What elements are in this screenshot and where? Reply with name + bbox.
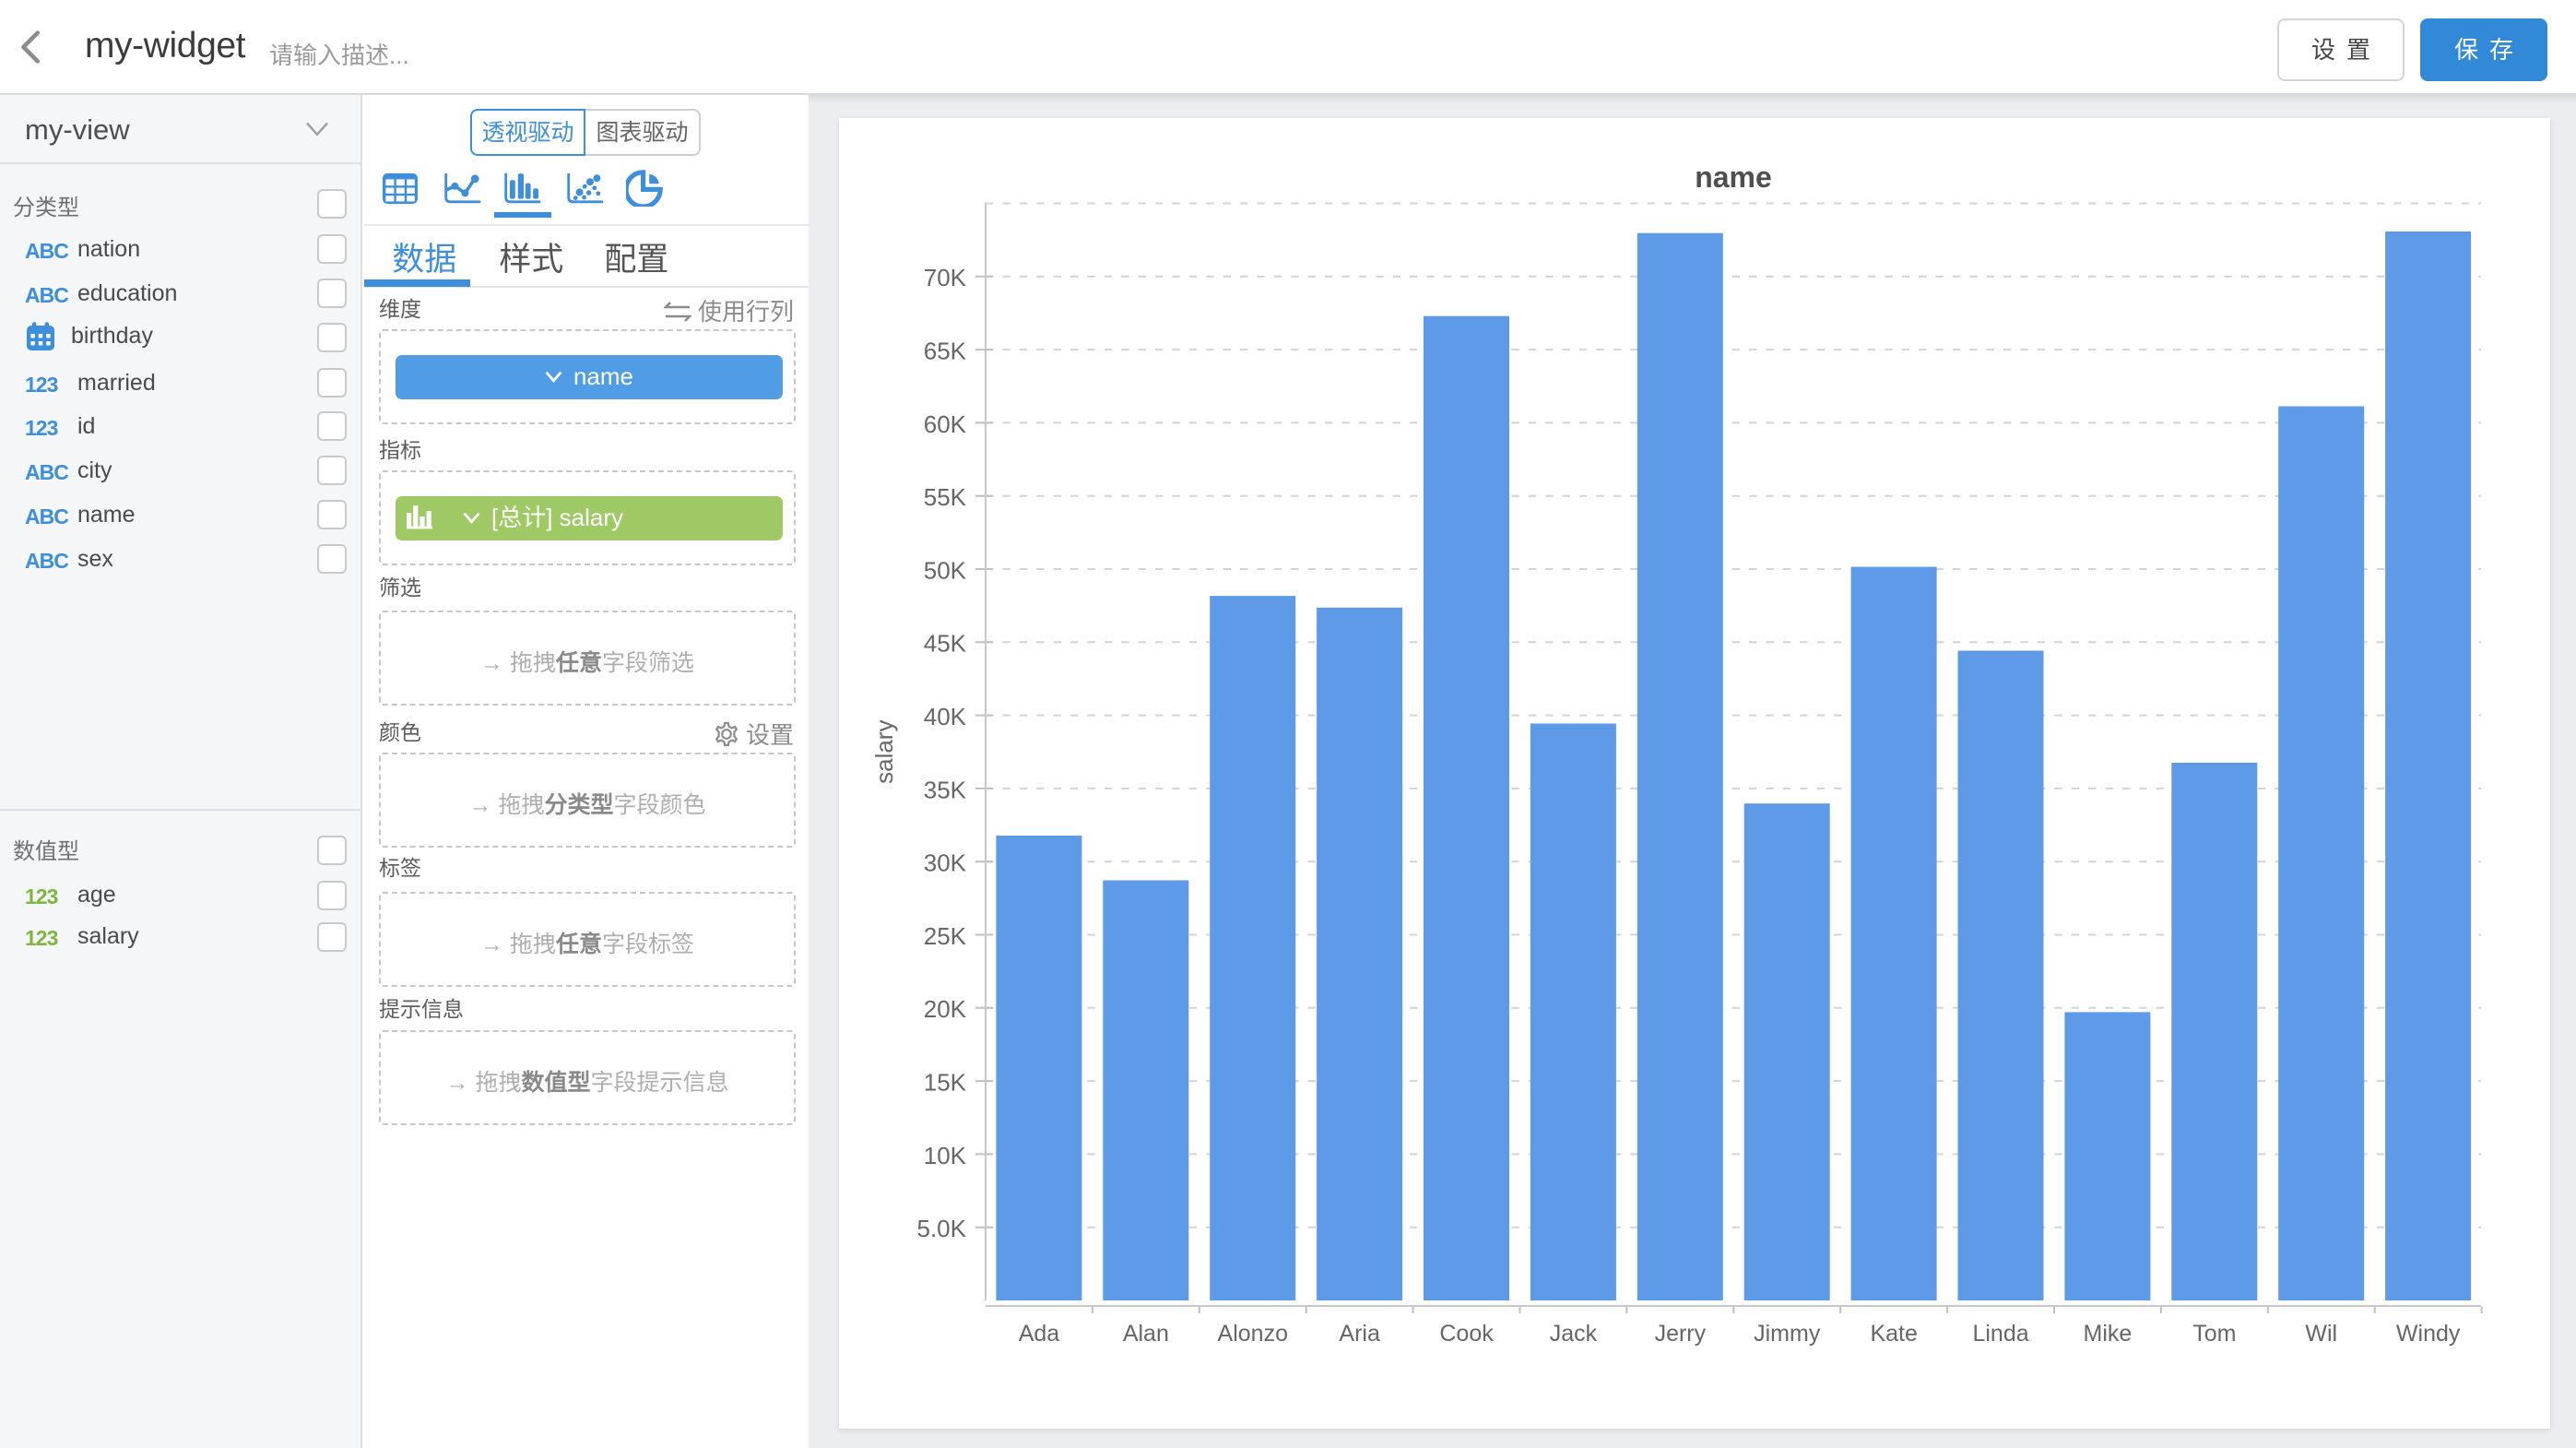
svg-text:Kate: Kate	[1870, 1321, 1917, 1347]
svg-text:Alan: Alan	[1123, 1321, 1169, 1347]
svg-text:Mike: Mike	[2084, 1321, 2133, 1347]
svg-text:Wil: Wil	[2305, 1321, 2337, 1347]
svg-text:Ada: Ada	[1019, 1321, 1060, 1347]
svg-text:35K: 35K	[924, 776, 967, 803]
svg-text:55K: 55K	[924, 483, 967, 511]
svg-text:Jimmy: Jimmy	[1754, 1321, 1821, 1347]
svg-text:salary: salary	[870, 720, 898, 784]
svg-text:Tom: Tom	[2192, 1321, 2236, 1347]
svg-text:10K: 10K	[924, 1142, 967, 1169]
svg-text:Cook: Cook	[1439, 1321, 1494, 1347]
svg-text:25K: 25K	[924, 922, 967, 950]
svg-text:Windy: Windy	[2396, 1321, 2461, 1347]
svg-text:40K: 40K	[924, 703, 967, 730]
svg-text:15K: 15K	[924, 1069, 967, 1097]
svg-text:70K: 70K	[924, 264, 967, 291]
svg-text:60K: 60K	[924, 410, 967, 438]
svg-text:65K: 65K	[924, 338, 967, 365]
svg-text:name: name	[1695, 160, 1772, 194]
svg-text:Jerry: Jerry	[1655, 1321, 1707, 1347]
svg-text:20K: 20K	[924, 995, 967, 1023]
svg-text:Jack: Jack	[1550, 1321, 1598, 1347]
svg-text:5.0K: 5.0K	[917, 1215, 967, 1242]
svg-text:Linda: Linda	[1972, 1321, 2028, 1347]
svg-text:Aria: Aria	[1339, 1321, 1380, 1347]
svg-text:Alonzo: Alonzo	[1218, 1321, 1288, 1347]
svg-text:30K: 30K	[924, 849, 967, 877]
svg-text:50K: 50K	[924, 556, 967, 584]
svg-text:45K: 45K	[924, 630, 967, 658]
